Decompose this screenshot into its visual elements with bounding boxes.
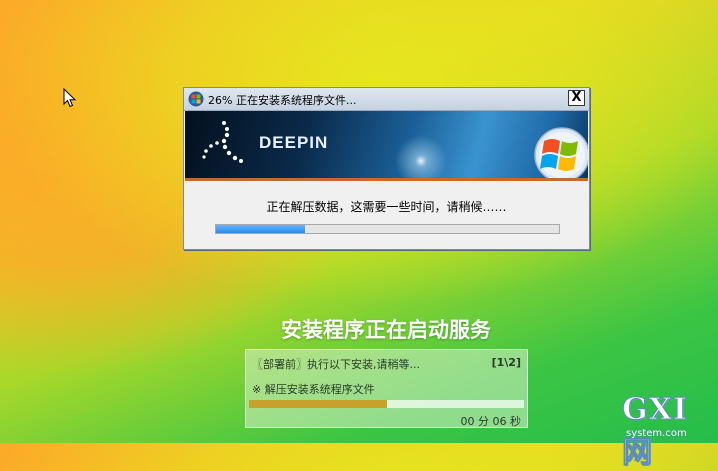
- dialog-titlebar[interactable]: 26% 正在安装系统程序文件... X: [184, 88, 589, 111]
- watermark-url: system.com: [626, 428, 687, 439]
- install-progress-bar: [215, 224, 560, 234]
- dialog-title: 26% 正在安装系统程序文件...: [208, 94, 357, 107]
- banner-accent-strip: [185, 178, 588, 181]
- install-progress-dialog: 26% 正在安装系统程序文件... X DEEPIN 正在解压数据，这需要一些时…: [183, 87, 590, 250]
- elapsed-time: 00 分 06 秒: [460, 415, 521, 428]
- service-heading: 安装程序正在启动服务: [281, 318, 491, 342]
- task-progress-bar: [249, 400, 524, 408]
- site-watermark: GXI网 system.com: [618, 392, 718, 471]
- close-icon: X: [571, 90, 582, 105]
- step-counter: [1\2]: [491, 356, 521, 369]
- deepin-brand-text: DEEPIN: [259, 133, 329, 152]
- close-button[interactable]: X: [568, 90, 585, 106]
- windows-flag-logo: [534, 127, 588, 181]
- task-progress-fill: [249, 400, 387, 408]
- current-task-text: ※ 解压安装系统程序文件: [252, 383, 375, 396]
- deepin-banner: DEEPIN: [185, 111, 588, 181]
- status-message: 正在解压数据，这需要一些时间，请稍候……: [266, 200, 507, 214]
- deploy-stage-text: 〖部署前〗执行以下安装,请稍等...: [252, 358, 420, 371]
- install-progress-fill: [216, 225, 306, 233]
- windows-logo-icon: [188, 91, 204, 107]
- mouse-cursor-icon: [63, 88, 77, 108]
- deploy-status-panel: 〖部署前〗执行以下安装,请稍等... [1\2] ※ 解压安装系统程序文件 00…: [245, 349, 528, 428]
- deepin-logo-icon: [202, 121, 243, 163]
